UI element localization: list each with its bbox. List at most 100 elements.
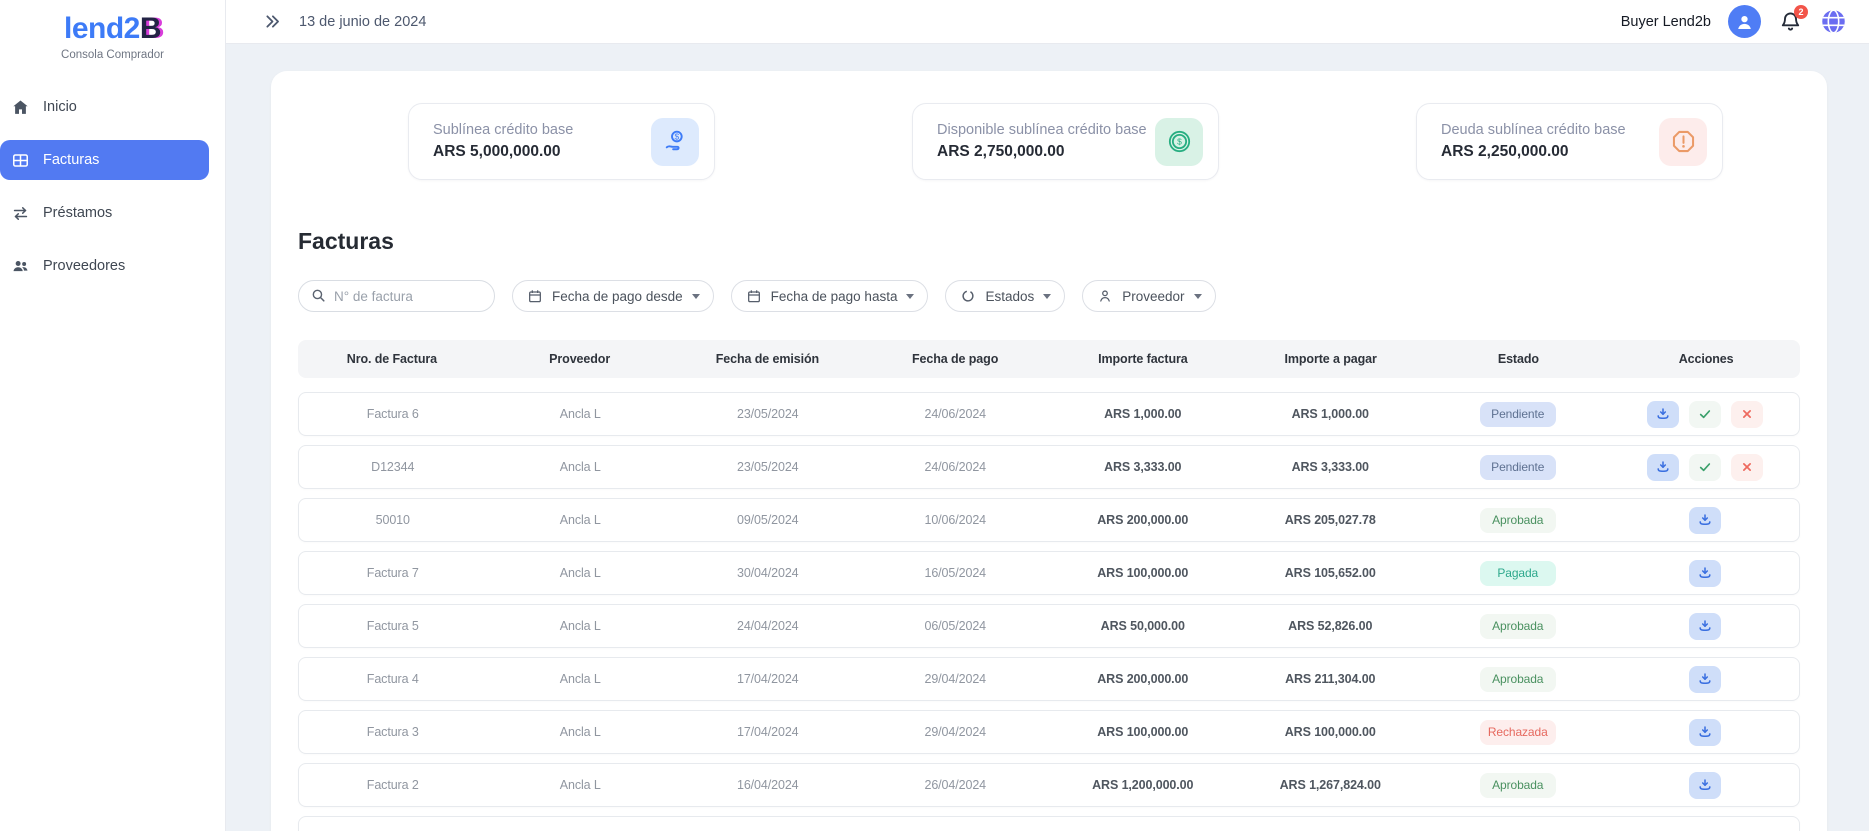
status-badge: Aprobada <box>1480 773 1556 798</box>
download-button[interactable] <box>1689 719 1721 746</box>
download-icon <box>1697 724 1713 740</box>
cell-estado: Pendiente <box>1424 402 1612 427</box>
cell-importe-a-pagar: ARS 3,333.00 <box>1237 460 1425 474</box>
download-button[interactable] <box>1689 666 1721 693</box>
card-value: ARS 5,000,000.00 <box>433 143 573 161</box>
hand-holding-dollar-icon: $ <box>651 118 699 166</box>
status-badge: Pendiente <box>1480 402 1556 427</box>
card-disponible-sublinea: Disponible sublínea crédito base ARS 2,7… <box>912 103 1219 180</box>
download-icon <box>1655 459 1671 475</box>
page-title: Facturas <box>298 228 1827 255</box>
cell-importe-a-pagar: ARS 1,000.00 <box>1237 407 1425 421</box>
sidebar-item-label: Inicio <box>43 99 77 115</box>
cell-nro: Factura 4 <box>299 672 487 686</box>
table-header: Nro. de FacturaProveedorFecha de emisión… <box>298 340 1800 378</box>
cell-proveedor: Ancla L <box>487 513 675 527</box>
cell-fecha-emision: 16/04/2024 <box>674 778 862 792</box>
cell-acciones <box>1612 454 1800 481</box>
table-row: Factura 3 Ancla L 17/04/2024 29/04/2024 … <box>298 710 1800 754</box>
search-input[interactable] <box>298 280 495 312</box>
cell-importe-factura: ARS 1,000.00 <box>1049 407 1237 421</box>
download-button[interactable] <box>1689 507 1721 534</box>
approve-button[interactable] <box>1689 401 1721 428</box>
table-row: Factura 2 Ancla L 16/04/2024 26/04/2024 … <box>298 763 1800 807</box>
download-button[interactable] <box>1647 401 1679 428</box>
sidebar-item-label: Préstamos <box>43 205 112 221</box>
calendar-icon <box>527 288 543 304</box>
table-row: 50010 Ancla L 09/05/2024 10/06/2024 ARS … <box>298 498 1800 542</box>
card-label: Deuda sublínea crédito base <box>1441 122 1626 138</box>
filter-label: Fecha de pago hasta <box>771 289 898 304</box>
table-row: Factura 6 Ancla L 23/05/2024 24/06/2024 … <box>298 392 1800 436</box>
people-icon <box>11 257 30 276</box>
filter-estados[interactable]: Estados <box>945 280 1065 312</box>
table-row: Factura 4 Ancla L 17/04/2024 29/04/2024 … <box>298 657 1800 701</box>
chevrons-right-icon[interactable] <box>263 12 282 31</box>
column-header: Importe a pagar <box>1237 352 1425 366</box>
approve-button[interactable] <box>1689 454 1721 481</box>
user-avatar[interactable] <box>1728 5 1761 38</box>
download-button[interactable] <box>1647 454 1679 481</box>
column-header: Acciones <box>1612 352 1800 366</box>
main-content: Sublínea crédito base ARS 5,000,000.00 $… <box>226 44 1869 831</box>
cell-fecha-pago: 24/06/2024 <box>862 407 1050 421</box>
check-icon <box>1697 459 1713 475</box>
cell-proveedor: Ancla L <box>487 566 675 580</box>
table-row: D12344 Ancla L 23/05/2024 24/06/2024 ARS… <box>298 445 1800 489</box>
cell-proveedor: Ancla L <box>487 460 675 474</box>
card-label: Disponible sublínea crédito base <box>937 122 1147 138</box>
notifications-bell-icon[interactable]: 2 <box>1778 9 1803 34</box>
cell-nro: Factura 7 <box>299 566 487 580</box>
download-button[interactable] <box>1689 772 1721 799</box>
cell-importe-factura: ARS 3,333.00 <box>1049 460 1237 474</box>
cell-proveedor: Ancla L <box>487 778 675 792</box>
language-globe-icon[interactable] <box>1820 8 1847 35</box>
card-value: ARS 2,250,000.00 <box>1441 143 1626 161</box>
cell-importe-factura: ARS 50,000.00 <box>1049 619 1237 633</box>
column-header: Nro. de Factura <box>298 352 486 366</box>
sidebar-item-label: Facturas <box>43 152 99 168</box>
cell-importe-factura: ARS 200,000.00 <box>1049 672 1237 686</box>
cell-estado: Rechazada <box>1424 720 1612 745</box>
content-panel: Sublínea crédito base ARS 5,000,000.00 $… <box>271 71 1827 831</box>
sidebar-item-facturas[interactable]: Facturas <box>0 140 209 180</box>
filter-label: Proveedor <box>1122 289 1184 304</box>
cell-fecha-pago: 29/04/2024 <box>862 672 1050 686</box>
reject-button[interactable] <box>1731 401 1763 428</box>
logo-subtitle: Consola Comprador <box>0 49 225 61</box>
cell-acciones <box>1612 507 1800 534</box>
download-icon <box>1697 777 1713 793</box>
cell-acciones <box>1612 666 1800 693</box>
cell-nro: Factura 3 <box>299 725 487 739</box>
column-header: Importe factura <box>1049 352 1237 366</box>
filter-date-from[interactable]: Fecha de pago desde <box>512 280 714 312</box>
cell-importe-a-pagar: ARS 1,267,824.00 <box>1237 778 1425 792</box>
cell-importe-a-pagar: ARS 105,652.00 <box>1237 566 1425 580</box>
cell-proveedor: Ancla L <box>487 619 675 633</box>
filter-proveedor[interactable]: Proveedor <box>1082 280 1215 312</box>
logo-text: lend2B <box>0 12 225 46</box>
cell-fecha-emision: 17/04/2024 <box>674 672 862 686</box>
cell-fecha-emision: 23/05/2024 <box>674 460 862 474</box>
svg-text:$: $ <box>674 131 679 141</box>
calendar-icon <box>746 288 762 304</box>
summary-cards: Sublínea crédito base ARS 5,000,000.00 $… <box>408 103 1723 180</box>
cell-fecha-emision: 24/04/2024 <box>674 619 862 633</box>
status-badge: Aprobada <box>1480 667 1556 692</box>
download-icon <box>1697 565 1713 581</box>
cell-nro: Factura 2 <box>299 778 487 792</box>
cell-estado: Pendiente <box>1424 455 1612 480</box>
cell-fecha-pago: 16/05/2024 <box>862 566 1050 580</box>
cell-estado: Aprobada <box>1424 667 1612 692</box>
sidebar-item-inicio[interactable]: Inicio <box>0 87 209 127</box>
cell-estado: Aprobada <box>1424 614 1612 639</box>
download-button[interactable] <box>1689 560 1721 587</box>
status-badge: Rechazada <box>1480 720 1556 745</box>
cell-fecha-emision: 09/05/2024 <box>674 513 862 527</box>
sidebar-item-proveedores[interactable]: Proveedores <box>0 246 209 286</box>
sidebar-item-prestamos[interactable]: Préstamos <box>0 193 209 233</box>
filter-date-to[interactable]: Fecha de pago hasta <box>731 280 929 312</box>
download-button[interactable] <box>1689 613 1721 640</box>
reject-button[interactable] <box>1731 454 1763 481</box>
user-name: Buyer Lend2b <box>1621 14 1711 30</box>
